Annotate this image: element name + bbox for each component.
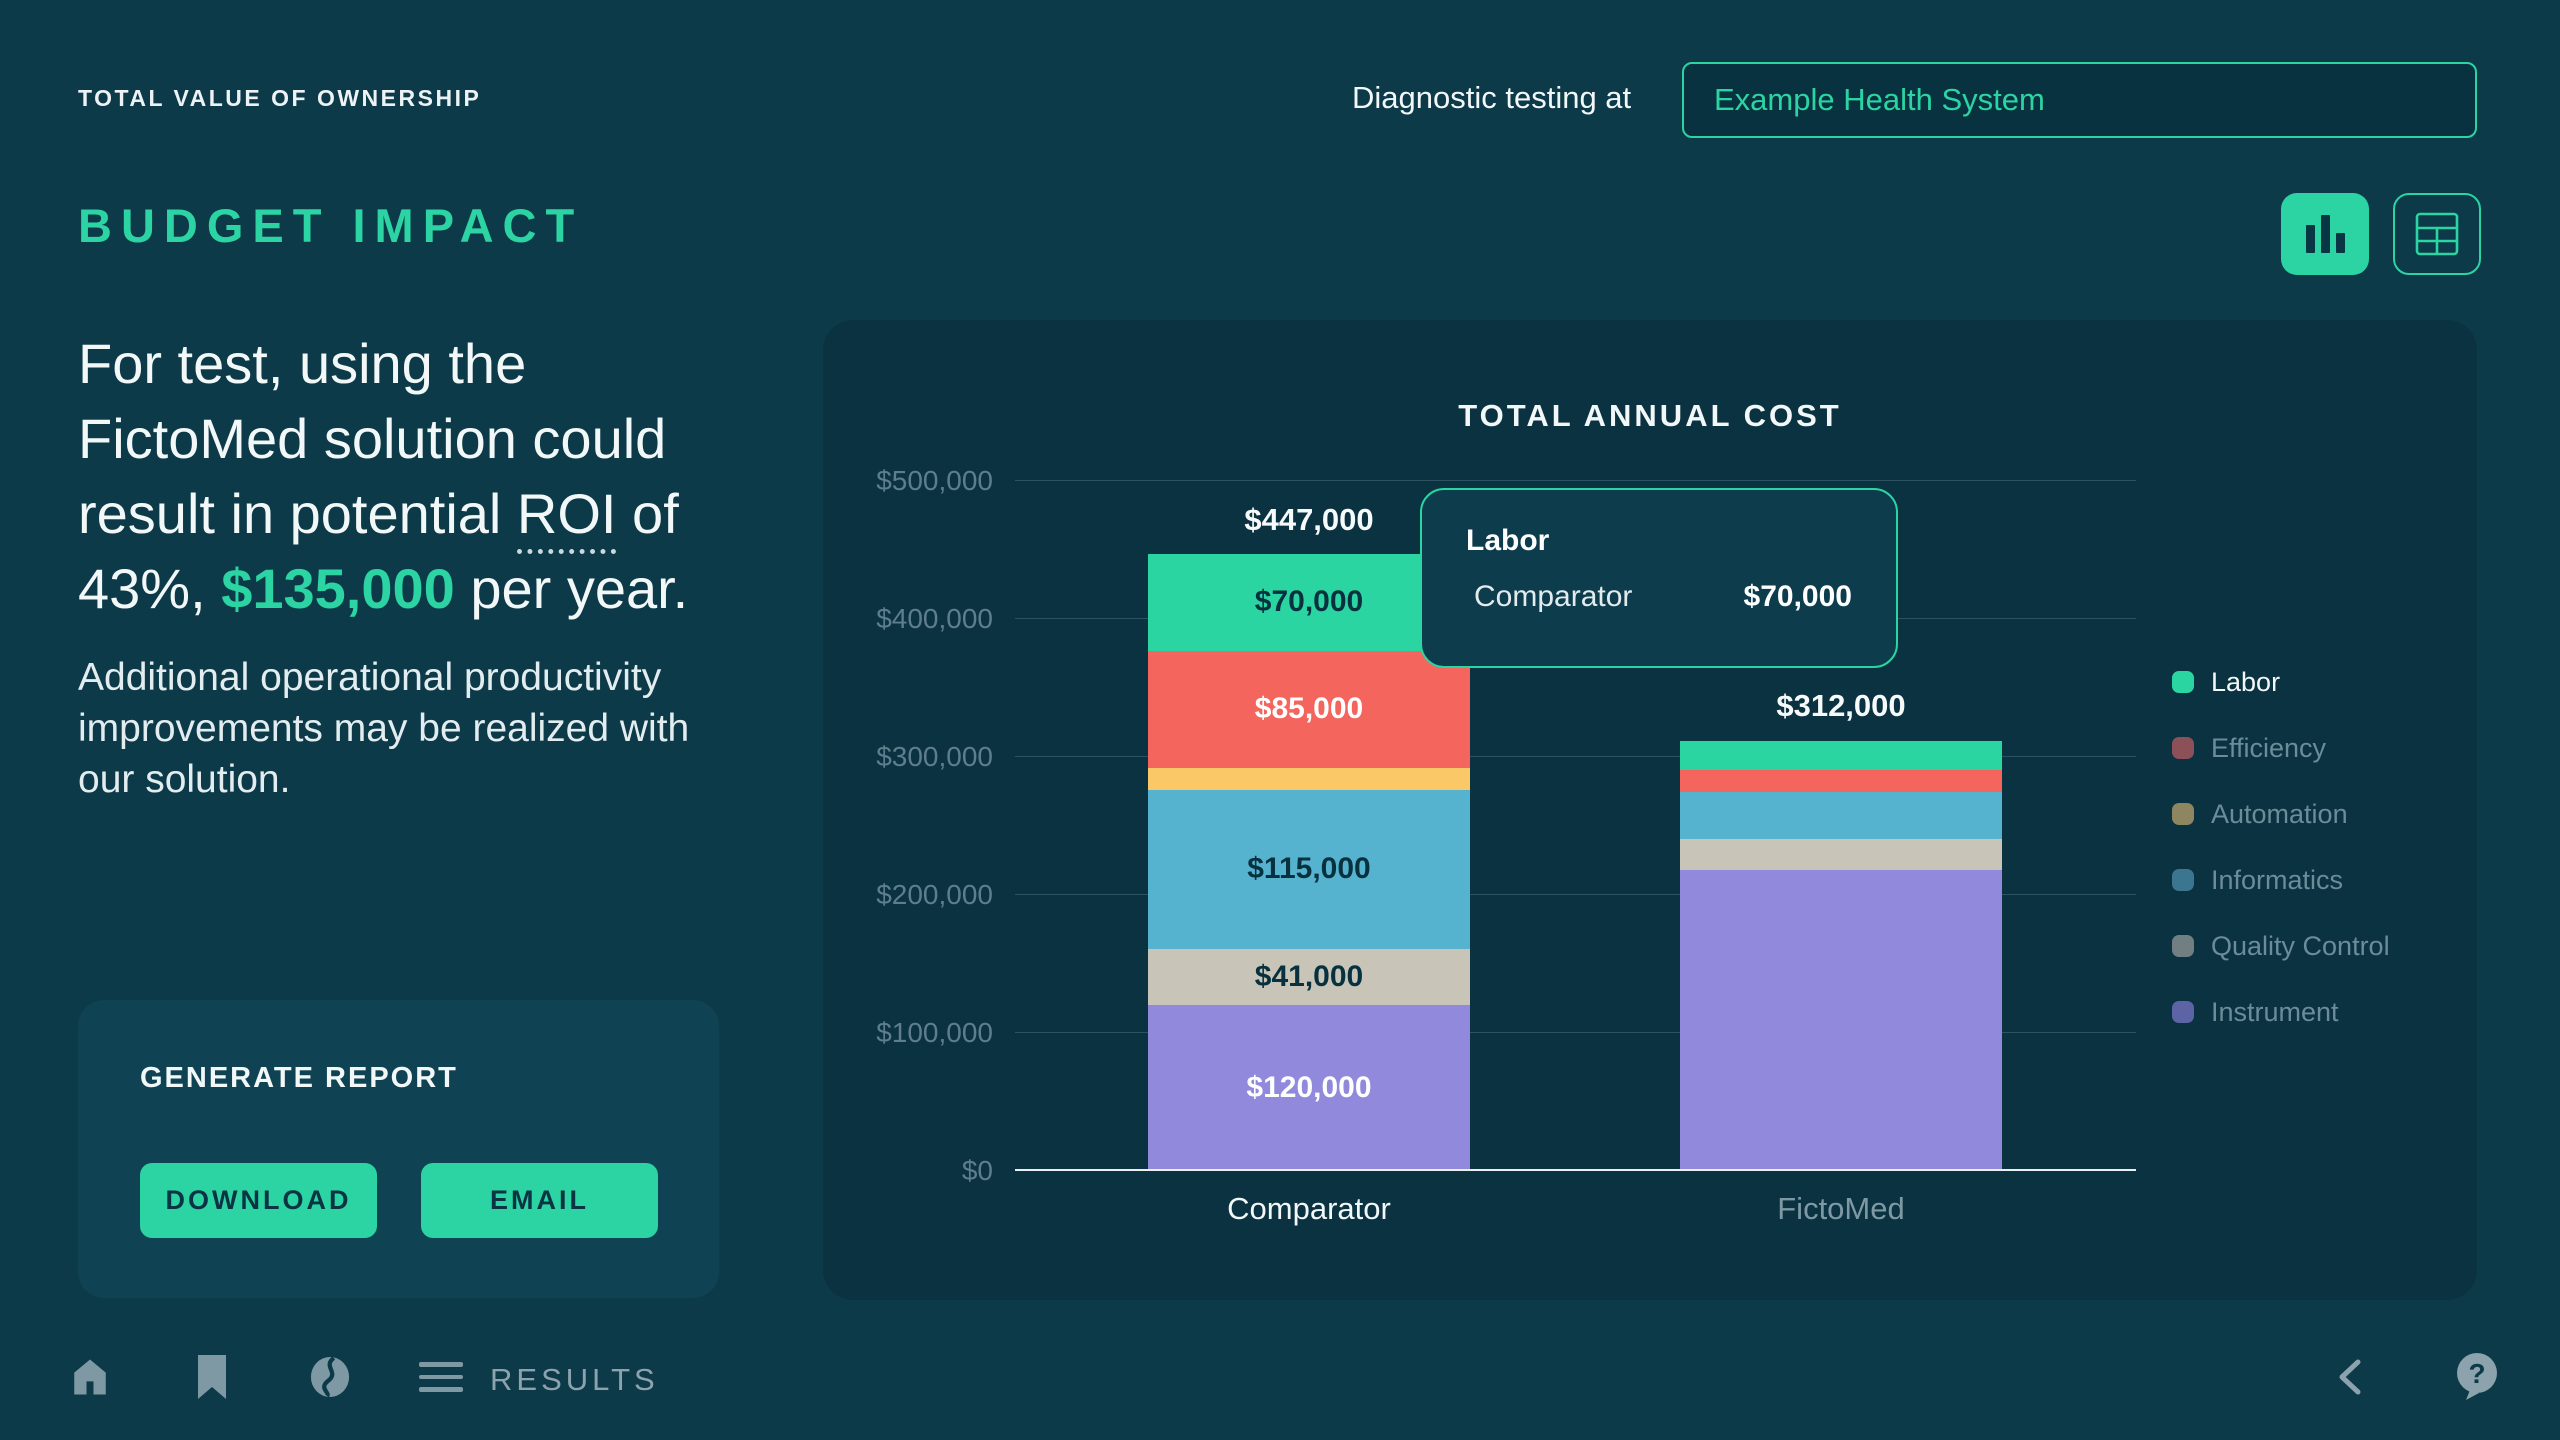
chart-legend: Labor Efficiency Automation Informatics Qual… [2172, 667, 2472, 1063]
legend-dot [2172, 869, 2194, 891]
report-card-title: GENERATE REPORT [140, 1062, 458, 1095]
language-button[interactable] [308, 1355, 352, 1399]
bar-chart-icon [2306, 215, 2345, 253]
bar-segment-labor-fictomed[interactable] [1680, 741, 2002, 770]
tooltip-value: $70,000 [1744, 580, 1852, 614]
bar-segment-instrument-comparator[interactable]: $120,000 [1148, 1005, 1470, 1171]
chart-title: TOTAL ANNUAL COST [823, 398, 2477, 434]
globe-icon [309, 1355, 351, 1399]
bookmark-icon [194, 1355, 230, 1399]
y-tick-label: $500,000 [803, 465, 993, 497]
legend-label: Instrument [2211, 997, 2339, 1028]
legend-label: Quality Control [2211, 931, 2390, 962]
app-eyebrow-title: TOTAL VALUE OF OWNERSHIP [78, 85, 481, 112]
chart-view-toggle-button[interactable] [2281, 193, 2369, 275]
y-tick-label: $100,000 [803, 1017, 993, 1049]
bar-segment-instrument-fictomed[interactable] [1680, 870, 2002, 1171]
legend-label: Informatics [2211, 865, 2343, 896]
results-breadcrumb[interactable]: RESULTS [490, 1362, 659, 1398]
bar-segment-efficiency-comparator[interactable]: $85,000 [1148, 651, 1470, 768]
x-axis-label-comparator: Comparator [1148, 1191, 1470, 1227]
legend-label: Automation [2211, 799, 2348, 830]
generate-report-card: GENERATE REPORT DOWNLOAD EMAIL [78, 1000, 719, 1298]
bar-segment-efficiency-fictomed[interactable] [1680, 770, 2002, 792]
table-icon [2414, 211, 2460, 257]
bar-segment-informatics-fictomed[interactable] [1680, 792, 2002, 839]
legend-dot [2172, 1001, 2194, 1023]
legend-item-efficiency[interactable]: Efficiency [2172, 733, 2472, 763]
help-icon: ? [2455, 1353, 2499, 1401]
context-label: Diagnostic testing at [1352, 80, 1631, 116]
legend-label: Labor [2211, 667, 2280, 698]
home-button[interactable] [68, 1355, 112, 1399]
legend-dot [2172, 737, 2194, 759]
gridline [1015, 480, 2136, 481]
tooltip-series-name: Labor [1466, 524, 1852, 558]
productivity-note: Additional operational productivity impr… [78, 652, 738, 805]
legend-label: Efficiency [2211, 733, 2326, 764]
legend-item-labor[interactable]: Labor [2172, 667, 2472, 697]
help-button[interactable]: ? [2455, 1355, 2499, 1399]
bar-total-label-fictomed: $312,000 [1680, 688, 2002, 724]
table-view-toggle-button[interactable] [2393, 193, 2481, 275]
page-title: BUDGET IMPACT [78, 198, 583, 253]
y-tick-label: $200,000 [803, 879, 993, 911]
bar-segment-informatics-comparator[interactable]: $115,000 [1148, 790, 1470, 949]
x-axis-label-fictomed: FictoMed [1680, 1191, 2002, 1227]
back-button[interactable] [2330, 1355, 2374, 1399]
tooltip-category: Comparator [1474, 580, 1632, 614]
chart-panel: TOTAL ANNUAL COST $0$100,000$200,000$300… [823, 320, 2477, 1300]
svg-text:?: ? [2468, 1358, 2485, 1389]
y-tick-label: $0 [803, 1155, 993, 1187]
y-tick-label: $400,000 [803, 603, 993, 635]
legend-dot [2172, 671, 2194, 693]
roi-summary-text: For test, using the FictoMed solution co… [78, 326, 726, 626]
home-icon [69, 1356, 111, 1398]
chart-tooltip: Labor Comparator $70,000 [1420, 488, 1898, 668]
organization-input[interactable] [1682, 62, 2477, 138]
menu-icon [419, 1362, 463, 1392]
bar-segment-quality-control-fictomed[interactable] [1680, 839, 2002, 871]
legend-item-informatics[interactable]: Informatics [2172, 865, 2472, 895]
bar-segment-automation-comparator[interactable] [1148, 768, 1470, 790]
download-button[interactable]: DOWNLOAD [140, 1163, 377, 1238]
legend-item-quality-control[interactable]: Quality Control [2172, 931, 2472, 961]
savings-highlight: $135,000 [221, 557, 455, 620]
y-tick-label: $300,000 [803, 741, 993, 773]
bar-segment-quality-control-comparator[interactable]: $41,000 [1148, 949, 1470, 1006]
legend-item-instrument[interactable]: Instrument [2172, 997, 2472, 1027]
summary-end: per year. [455, 557, 688, 620]
email-button[interactable]: EMAIL [421, 1163, 658, 1238]
roi-term[interactable]: ROI [517, 482, 617, 554]
x-axis-line [1015, 1169, 2136, 1171]
menu-button[interactable] [419, 1355, 463, 1399]
legend-item-automation[interactable]: Automation [2172, 799, 2472, 829]
chevron-left-icon [2330, 1355, 2374, 1399]
bar-fictomed[interactable] [1680, 741, 2002, 1171]
bookmarks-button[interactable] [190, 1355, 234, 1399]
legend-dot [2172, 803, 2194, 825]
legend-dot [2172, 935, 2194, 957]
